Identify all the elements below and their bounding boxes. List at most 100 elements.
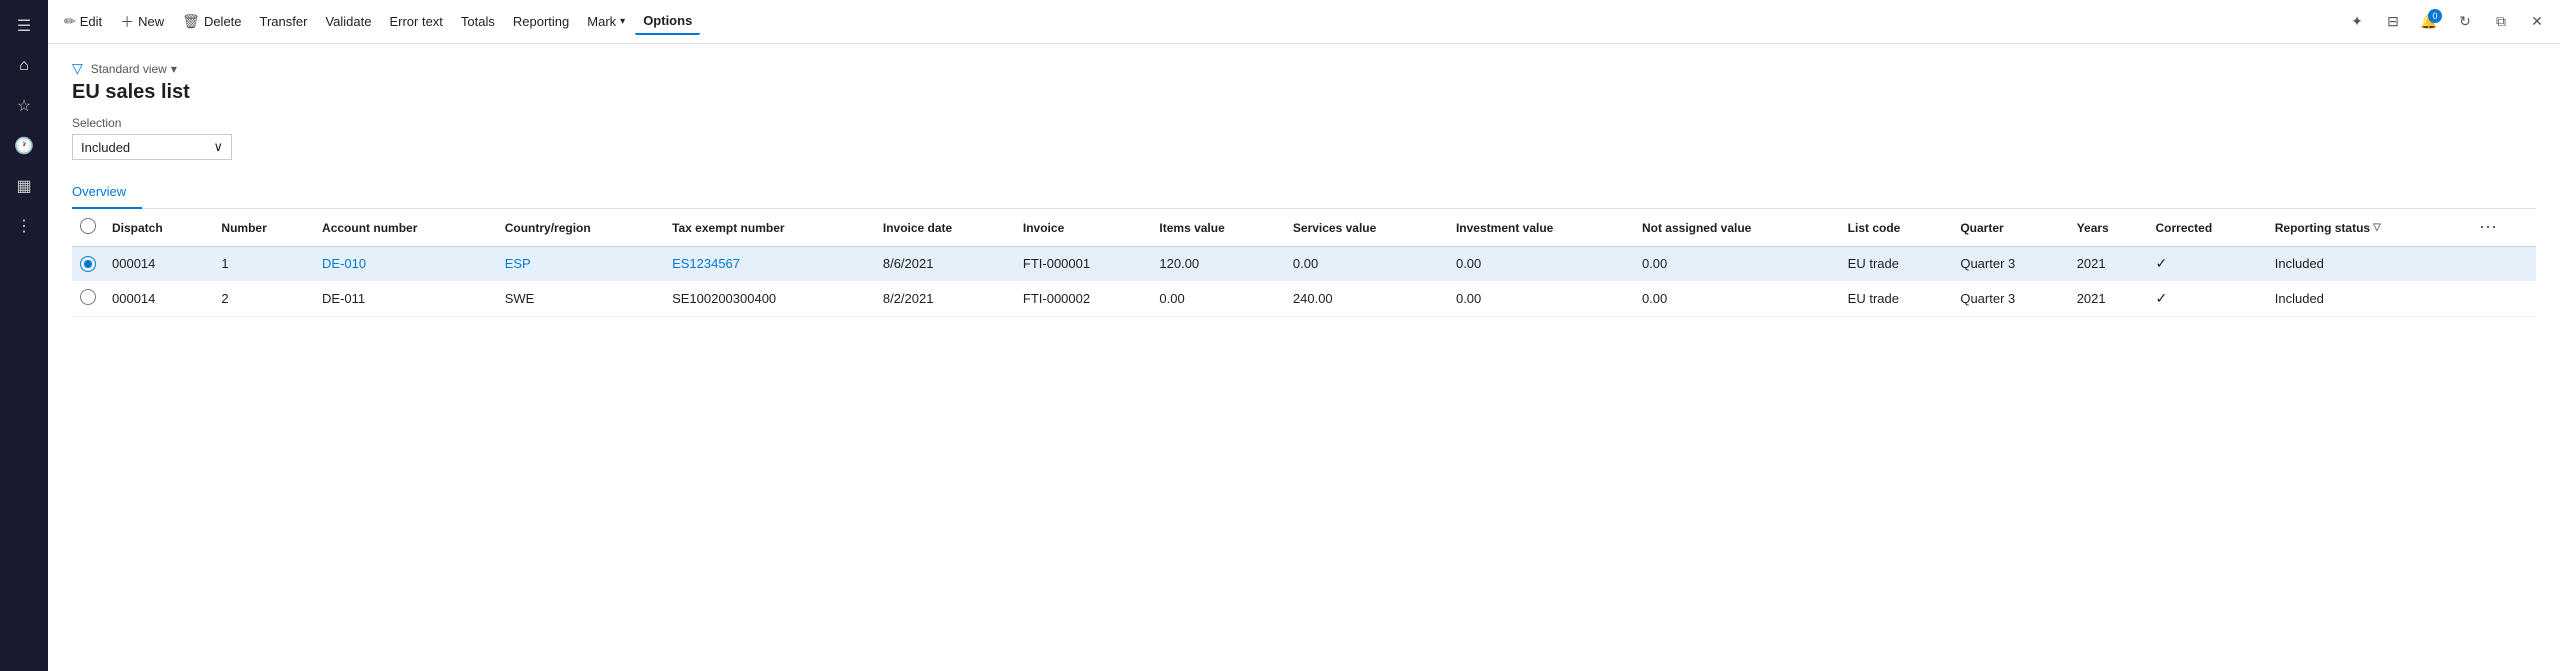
recent-icon[interactable]: 🕐 <box>6 128 42 164</box>
col-years: Years <box>2069 209 2148 247</box>
selection-dropdown[interactable]: Included ∨ <box>72 134 232 160</box>
select-all-radio[interactable] <box>80 218 96 234</box>
cell-corrected: ✓ <box>2148 247 2267 281</box>
col-services-value: Services value <box>1285 209 1448 247</box>
cell-corrected: ✓ <box>2148 281 2267 317</box>
table-body: 000014 1 DE-010 ESP ES1234567 8/6/2021 F… <box>72 247 2536 317</box>
cell-investment-value: 0.00 <box>1448 281 1634 317</box>
row-radio[interactable] <box>80 289 96 305</box>
col-dispatch: Dispatch <box>104 209 213 247</box>
col-list-code: List code <box>1840 209 1953 247</box>
column-options-button[interactable]: ⋯ <box>2475 217 2501 238</box>
toolbar: ✏ Edit ＋ New 🗑 Delete Transfer Validate … <box>48 0 2560 44</box>
cell-actions <box>2467 281 2536 317</box>
toolbar-right: ✦ ⊟ 🔔 0 ↻ ⧉ ✕ <box>2342 7 2552 37</box>
options-button[interactable]: Options <box>635 8 700 35</box>
cell-country-region[interactable]: ESP <box>497 247 664 281</box>
col-actions: ⋯ <box>2467 209 2536 247</box>
filter-bar: ▽ Standard view ▾ <box>72 60 2536 77</box>
close-icon[interactable]: ✕ <box>2522 7 2552 37</box>
favorites-icon[interactable]: ☆ <box>6 88 42 124</box>
filter-icon[interactable]: ▽ <box>72 60 83 77</box>
totals-button[interactable]: Totals <box>453 9 503 34</box>
cell-tax-exempt-number[interactable]: ES1234567 <box>664 247 875 281</box>
col-invoice: Invoice <box>1015 209 1152 247</box>
validate-button[interactable]: Validate <box>317 9 379 34</box>
cell-number: 2 <box>213 281 314 317</box>
cell-invoice: FTI-000001 <box>1015 247 1152 281</box>
mark-chevron-icon: ▾ <box>620 16 625 27</box>
cell-dispatch: 000014 <box>104 247 213 281</box>
reporting-button[interactable]: Reporting <box>505 9 577 34</box>
col-items-value: Items value <box>1151 209 1285 247</box>
cell-years: 2021 <box>2069 247 2148 281</box>
refresh-icon[interactable]: ↻ <box>2450 7 2480 37</box>
cell-list-code: EU trade <box>1840 247 1953 281</box>
selection-chevron-icon: ∨ <box>213 139 223 155</box>
col-number: Number <box>213 209 314 247</box>
view-selector[interactable]: Standard view ▾ <box>91 62 177 76</box>
cell-account-number[interactable]: DE-010 <box>314 247 497 281</box>
modules-icon[interactable]: ⋮ <box>6 208 42 244</box>
view-chevron-icon: ▾ <box>171 62 177 76</box>
cell-services-value: 240.00 <box>1285 281 1448 317</box>
cell-number: 1 <box>213 247 314 281</box>
col-account-number: Account number <box>314 209 497 247</box>
row-select-cell[interactable] <box>72 281 104 317</box>
cell-quarter: Quarter 3 <box>1952 281 2068 317</box>
table-row[interactable]: 000014 1 DE-010 ESP ES1234567 8/6/2021 F… <box>72 247 2536 281</box>
cell-list-code: EU trade <box>1840 281 1953 317</box>
eu-sales-table: Dispatch Number Account number Country/r… <box>72 209 2536 317</box>
cell-items-value: 120.00 <box>1151 247 1285 281</box>
col-reporting-status: Reporting status ▽ <box>2267 209 2467 247</box>
home-icon[interactable]: ⌂ <box>6 48 42 84</box>
cell-account-number: DE-011 <box>314 281 497 317</box>
table-container: Dispatch Number Account number Country/r… <box>72 209 2536 671</box>
restore-icon[interactable]: ⧉ <box>2486 7 2516 37</box>
delete-button[interactable]: 🗑 Delete <box>174 8 249 35</box>
row-radio[interactable] <box>80 256 96 272</box>
cell-dispatch: 000014 <box>104 281 213 317</box>
col-corrected: Corrected <box>2148 209 2267 247</box>
table-header: Dispatch Number Account number Country/r… <box>72 209 2536 247</box>
edit-button[interactable]: ✏ Edit <box>56 8 110 35</box>
cell-invoice: FTI-000002 <box>1015 281 1152 317</box>
sparkle-icon[interactable]: ✦ <box>2342 7 2372 37</box>
new-icon: ＋ <box>120 12 134 32</box>
cell-not-assigned-value: 0.00 <box>1634 247 1840 281</box>
selection-value: Included <box>81 140 130 155</box>
notification-container: 🔔 0 <box>2414 7 2444 37</box>
cell-reporting-status: Included <box>2267 281 2467 317</box>
mark-button[interactable]: Mark ▾ <box>579 9 633 34</box>
col-invoice-date: Invoice date <box>875 209 1015 247</box>
reporting-status-filter-icon[interactable]: ▽ <box>2373 222 2381 233</box>
cell-tax-exempt-number: SE100200300400 <box>664 281 875 317</box>
cell-not-assigned-value: 0.00 <box>1634 281 1840 317</box>
panel-toggle-icon[interactable]: ⊟ <box>2378 7 2408 37</box>
cell-actions <box>2467 247 2536 281</box>
table-row[interactable]: 000014 2 DE-011 SWE SE100200300400 8/2/2… <box>72 281 2536 317</box>
edit-icon: ✏ <box>64 13 76 30</box>
row-select-cell[interactable] <box>72 247 104 281</box>
col-quarter: Quarter <box>1952 209 2068 247</box>
main-area: ✏ Edit ＋ New 🗑 Delete Transfer Validate … <box>48 0 2560 671</box>
cell-reporting-status: Included <box>2267 247 2467 281</box>
menu-icon[interactable]: ☰ <box>6 8 42 44</box>
col-select <box>72 209 104 247</box>
cell-quarter: Quarter 3 <box>1952 247 2068 281</box>
new-button[interactable]: ＋ New <box>112 7 172 37</box>
error-text-button[interactable]: Error text <box>381 9 450 34</box>
col-country-region: Country/region <box>497 209 664 247</box>
tab-bar: Overview <box>72 176 2536 209</box>
cell-invoice-date: 8/2/2021 <box>875 281 1015 317</box>
cell-services-value: 0.00 <box>1285 247 1448 281</box>
tab-overview[interactable]: Overview <box>72 176 142 209</box>
transfer-button[interactable]: Transfer <box>252 9 316 34</box>
cell-investment-value: 0.00 <box>1448 247 1634 281</box>
cell-items-value: 0.00 <box>1151 281 1285 317</box>
cell-years: 2021 <box>2069 281 2148 317</box>
workspaces-icon[interactable]: ▦ <box>6 168 42 204</box>
page-title: EU sales list <box>72 81 2536 104</box>
selection-label: Selection <box>72 116 2536 130</box>
col-tax-exempt-number: Tax exempt number <box>664 209 875 247</box>
